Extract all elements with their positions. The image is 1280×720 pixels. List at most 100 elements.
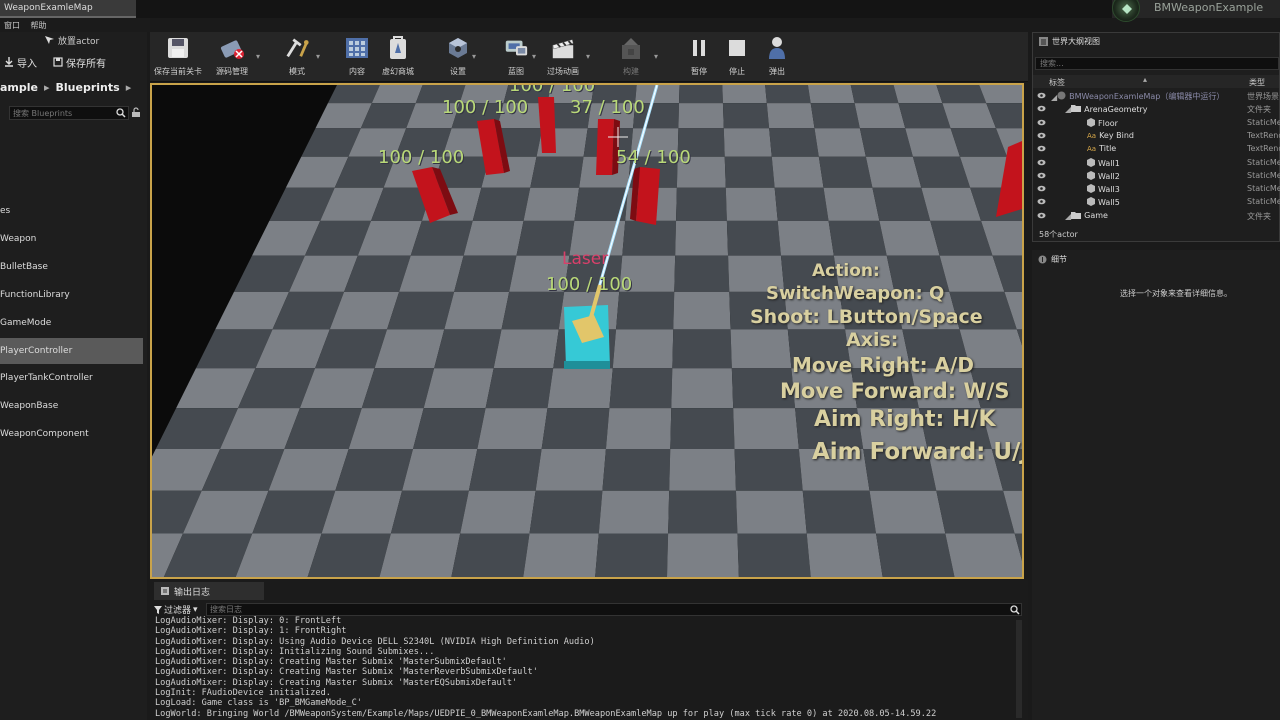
details-tab[interactable]: 细节 <box>1038 254 1067 265</box>
floor-tile <box>765 85 811 104</box>
source-control-dropdown-icon[interactable]: ▾ <box>256 52 260 61</box>
asset-item[interactable]: Weapon <box>0 226 143 252</box>
outliner-row[interactable]: Floor StaticMe <box>1033 117 1280 130</box>
cinematics-dropdown-icon[interactable]: ▾ <box>586 52 590 61</box>
asset-item[interactable]: es <box>0 198 143 224</box>
details-panel: 细节 选择一个对象来查看详细信息。 <box>1032 250 1280 720</box>
floor-tile <box>669 448 736 491</box>
outliner-search-input[interactable]: 搜索... <box>1035 57 1279 70</box>
log-scrollbar[interactable] <box>1016 620 1022 718</box>
outliner-row[interactable]: Aa Title TextRend <box>1033 143 1280 156</box>
eye-icon[interactable] <box>1037 159 1046 168</box>
floor-tile <box>726 220 781 256</box>
blueprints-dropdown-icon[interactable]: ▾ <box>532 52 536 61</box>
blueprints-search-input[interactable]: 搜索 Blueprints <box>9 106 129 120</box>
eye-icon[interactable] <box>1037 185 1046 194</box>
outliner-row-type: 世界场景 <box>1247 92 1279 101</box>
import-button[interactable]: 导入 <box>0 55 41 70</box>
lock-icon[interactable] <box>131 107 141 118</box>
outliner-row[interactable]: Wall1 StaticMe <box>1033 157 1280 170</box>
outliner-row-label: BMWeaponExamleMap（编辑器中运行） <box>1069 92 1225 101</box>
eye-icon[interactable] <box>1037 145 1046 154</box>
floor-tile <box>423 368 494 409</box>
marketplace-button[interactable]: 虚幻商城 <box>382 34 414 80</box>
details-icon <box>1038 255 1047 264</box>
log-line: LogWorld: Bringing World /BMWeaponSystem… <box>155 708 937 719</box>
breadcrumb-item-example[interactable]: ample <box>0 81 38 94</box>
floor-tile <box>390 490 469 534</box>
type-column-header[interactable]: 类型 <box>1249 77 1265 88</box>
save-all-icon <box>53 57 63 67</box>
eye-icon[interactable] <box>1037 119 1046 128</box>
menu-help[interactable]: 帮助 <box>27 18 51 33</box>
floor-tile <box>979 85 1022 104</box>
level-viewport[interactable]: 100 / 100 100 / 100 37 / 100 100 / 100 5… <box>150 83 1024 579</box>
eye-icon[interactable] <box>1037 92 1046 101</box>
asset-item[interactable]: WeaponBase <box>0 393 143 419</box>
asset-item[interactable]: WeaponComponent <box>0 421 143 447</box>
floor-tile <box>766 103 815 129</box>
floor-tile <box>379 533 461 577</box>
outliner-row[interactable]: ◢ BMWeaponExamleMap（编辑器中运行） 世界场景 <box>1033 90 1279 103</box>
blueprints-button[interactable]: 蓝图 <box>503 34 529 80</box>
asset-item-selected[interactable]: PlayerController <box>0 338 143 364</box>
asset-label: PlayerController <box>0 346 73 356</box>
outliner-row-label: Wall1 <box>1098 158 1120 168</box>
save-all-button[interactable]: 保存所有 <box>49 55 110 70</box>
weapon-name-label: Laser <box>562 249 609 269</box>
outliner-row[interactable]: ◢ Game 文件夹 <box>1033 210 1279 223</box>
floor-tile <box>854 103 906 129</box>
cinematics-button[interactable]: 过场动画 <box>547 34 579 80</box>
asset-label: PlayerTankController <box>0 373 93 383</box>
place-actor-button[interactable]: 放置actor <box>44 34 99 47</box>
log-filter-label: 过滤器 <box>164 606 192 616</box>
world-icon: ◢ <box>1051 91 1066 102</box>
pause-button[interactable]: 暂停 <box>686 34 712 80</box>
output-log-tab[interactable]: 输出日志 <box>154 582 264 600</box>
world-outliner-tab[interactable]: 世界大纲视图 <box>1033 33 1279 49</box>
source-control-button[interactable]: 源码管理 <box>216 34 248 80</box>
build-dropdown-icon[interactable]: ▾ <box>654 52 658 61</box>
outliner-row[interactable]: Wall5 StaticMe <box>1033 196 1280 209</box>
outliner-row[interactable]: Aa Key Bind TextRend <box>1033 130 1280 143</box>
build-button[interactable]: 构建 <box>618 34 644 80</box>
asset-item[interactable]: PlayerTankController <box>0 365 143 391</box>
floor-tile <box>678 103 724 129</box>
text-render-icon: Aa <box>1087 145 1097 154</box>
eye-icon[interactable] <box>1037 105 1046 114</box>
help-text-line: Shoot: LButton/Space <box>750 306 983 328</box>
modes-button[interactable]: 模式 <box>284 34 310 80</box>
outliner-row[interactable]: Wall3 StaticMe <box>1033 183 1280 196</box>
asset-item[interactable]: BulletBase <box>0 254 143 280</box>
modes-dropdown-icon[interactable]: ▾ <box>316 52 320 61</box>
save-level-button[interactable]: 保存当前关卡 <box>154 34 202 80</box>
static-mesh-icon <box>1087 170 1095 182</box>
log-lines[interactable]: LogAudioMixer: Display: 0: FrontLeft LogA… <box>155 616 1023 720</box>
eye-icon[interactable] <box>1037 198 1046 207</box>
asset-item[interactable]: GameMode <box>0 310 143 336</box>
settings-button[interactable]: 设置 <box>445 34 471 80</box>
outliner-row[interactable]: ◢ ArenaGeometry 文件夹 <box>1033 103 1279 116</box>
label-column-header[interactable]: 标签 <box>1049 77 1065 88</box>
eye-icon[interactable] <box>1037 212 1046 221</box>
log-line: LogAudioMixer: Display: 0: FrontLeft <box>155 616 342 626</box>
settings-dropdown-icon[interactable]: ▾ <box>472 52 476 61</box>
help-text-line: SwitchWeapon: Q <box>766 283 945 304</box>
eye-icon[interactable] <box>1037 132 1046 141</box>
breadcrumb-item-blueprints[interactable]: Blueprints <box>56 81 120 94</box>
eject-button[interactable]: 弹出 <box>764 34 790 80</box>
floor-tile <box>530 156 584 188</box>
stop-button[interactable]: 停止 <box>724 34 750 80</box>
sort-up-icon[interactable]: ▴ <box>1143 75 1147 84</box>
outliner-row[interactable]: Wall2 StaticMe <box>1033 170 1280 183</box>
asset-item[interactable]: FunctionLibrary <box>0 282 143 308</box>
menu-window[interactable]: 窗口 <box>0 18 24 33</box>
floor-tile <box>725 187 778 221</box>
content-button[interactable]: 内容 <box>344 34 370 80</box>
log-search-input[interactable]: 搜索日志 <box>206 603 1022 616</box>
log-filter-button[interactable]: 过滤器 ▾ <box>154 603 198 616</box>
level-tab[interactable]: WeaponExamleMap <box>0 0 136 18</box>
eye-icon[interactable] <box>1037 172 1046 181</box>
floor-tile <box>605 408 672 449</box>
breadcrumb-arrow-icon[interactable]: ▸ <box>126 81 132 94</box>
